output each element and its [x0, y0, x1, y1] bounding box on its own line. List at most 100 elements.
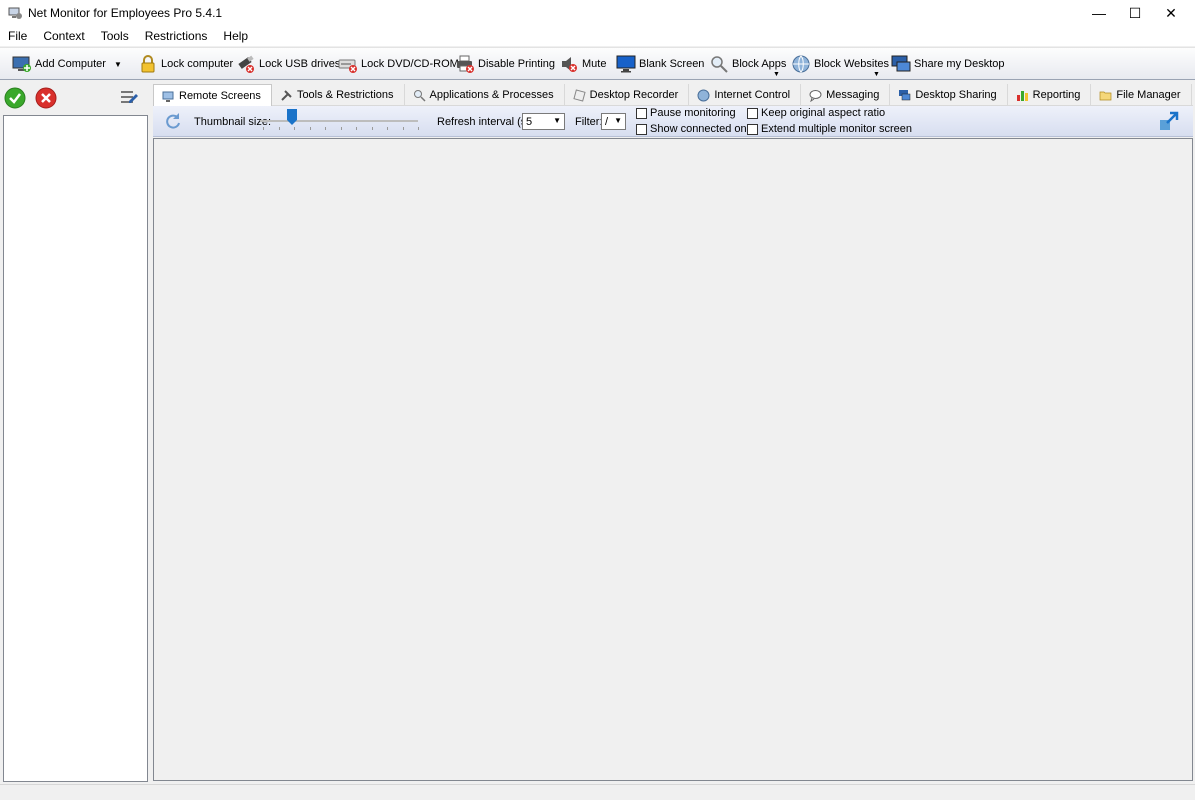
- refresh-icon[interactable]: [164, 112, 182, 130]
- block-apps-dropdown-icon[interactable]: ▼: [773, 71, 780, 78]
- main-tabs: Remote Screens Tools & Restrictions Appl…: [153, 84, 1193, 107]
- mute-label: Mute: [582, 58, 607, 70]
- tab-label: Tools & Restrictions: [296, 89, 394, 101]
- tab-label: Desktop Sharing: [915, 89, 997, 101]
- share-desktop-icon: [891, 55, 911, 72]
- lock-computer-button[interactable]: Lock computer: [138, 52, 233, 76]
- lock-computer-label: Lock computer: [161, 58, 234, 70]
- computer-list-toolbar: [2, 84, 148, 114]
- tab-messaging[interactable]: Messaging: [801, 84, 891, 106]
- show-connected-only-label: Show connected only: [650, 123, 755, 135]
- expand-arrow-icon[interactable]: [1159, 111, 1179, 131]
- bar-chart-icon: [1016, 90, 1028, 101]
- tab-desktop-sharing[interactable]: Desktop Sharing: [890, 84, 1008, 106]
- tab-reporting[interactable]: Reporting: [1008, 84, 1092, 106]
- share-desktop-icon: [899, 89, 911, 100]
- magnifier-icon: [413, 89, 426, 102]
- pause-monitoring-checkbox[interactable]: [636, 108, 647, 119]
- share-desktop-button[interactable]: Share my Desktop: [891, 52, 1004, 76]
- tab-label: Messaging: [826, 89, 880, 101]
- padlock-icon: [141, 55, 155, 73]
- refresh-interval-label: Refresh interval (s):: [437, 116, 533, 128]
- extend-multi-monitor-checkbox[interactable]: [747, 124, 758, 135]
- status-bar: [0, 784, 1195, 800]
- menu-restrictions[interactable]: Restrictions: [137, 26, 216, 46]
- check-icon[interactable]: [4, 87, 26, 109]
- lock-dvd-label: Lock DVD/CD-ROM: [361, 58, 459, 70]
- extend-multi-monitor-label: Extend multiple monitor screen: [761, 123, 913, 135]
- add-computer-button[interactable]: Add Computer ▼: [12, 52, 122, 76]
- tab-label: Reporting: [1032, 89, 1081, 101]
- keep-aspect-ratio-label: Keep original aspect ratio: [761, 107, 886, 119]
- chat-bubble-icon: [809, 89, 822, 102]
- chevron-down-icon: ▼: [553, 116, 561, 125]
- title-bar: Net Monitor for Employees Pro 5.4.1 — ☐ …: [0, 0, 1195, 26]
- tab-label: File Manager: [1116, 89, 1181, 101]
- block-apps-label: Block Apps: [732, 58, 787, 70]
- share-desktop-label: Share my Desktop: [914, 58, 1005, 70]
- blank-screen-button[interactable]: Blank Screen: [616, 52, 704, 76]
- tab-label: Internet Control: [714, 89, 791, 101]
- add-computer-label: Add Computer: [35, 58, 106, 70]
- refresh-interval-select[interactable]: 5 ▼: [522, 113, 565, 130]
- lock-usb-label: Lock USB drives: [259, 58, 341, 70]
- cancel-icon[interactable]: [35, 87, 57, 109]
- tab-internet-control[interactable]: Internet Control: [689, 84, 802, 106]
- disable-printing-label: Disable Printing: [478, 58, 556, 70]
- tab-tools-restrictions[interactable]: Tools & Restrictions: [272, 84, 405, 106]
- close-button[interactable]: ✕: [1148, 0, 1194, 26]
- menu-help[interactable]: Help: [215, 26, 256, 46]
- filter-select[interactable]: / ▼: [601, 113, 626, 130]
- thumbnail-size-label: Thumbnail size:: [194, 116, 272, 128]
- thumbnail-size-slider-track[interactable]: [260, 120, 418, 122]
- app-monitor-icon: [8, 7, 22, 19]
- printer-icon: [457, 55, 474, 73]
- disable-printing-button[interactable]: Disable Printing: [455, 52, 555, 76]
- monitor-icon: [616, 55, 636, 73]
- menu-tools[interactable]: Tools: [93, 26, 137, 46]
- lock-usb-button[interactable]: Lock USB drives: [236, 52, 340, 76]
- tools-icon: [281, 89, 292, 101]
- lock-dvd-button[interactable]: Lock DVD/CD-ROM: [338, 52, 459, 76]
- tab-file-manager[interactable]: File Manager: [1091, 84, 1192, 106]
- menu-file[interactable]: File: [0, 26, 35, 46]
- block-websites-dropdown-icon[interactable]: ▼: [873, 71, 880, 78]
- filter-label: Filter:: [575, 116, 603, 128]
- usb-drive-icon: [238, 55, 254, 73]
- globe-icon: [792, 55, 810, 73]
- pause-monitoring-label: Pause monitoring: [650, 107, 736, 119]
- computer-list-panel: [2, 84, 148, 782]
- dvd-drive-icon: [338, 59, 357, 73]
- add-computer-icon: [12, 56, 31, 72]
- window-title: Net Monitor for Employees Pro 5.4.1: [28, 6, 223, 20]
- chevron-down-icon: ▼: [614, 116, 622, 125]
- tab-remote-screens[interactable]: Remote Screens: [153, 84, 272, 107]
- globe-icon: [697, 89, 710, 101]
- menu-context[interactable]: Context: [35, 26, 92, 46]
- tab-applications-processes[interactable]: Applications & Processes: [405, 84, 565, 106]
- tab-label: Remote Screens: [179, 90, 261, 102]
- tab-label: Desktop Recorder: [589, 89, 679, 101]
- tab-desktop-recorder[interactable]: Desktop Recorder: [565, 84, 690, 106]
- main-toolbar: Add Computer ▼ Lock computer Lock USB dr…: [0, 47, 1195, 80]
- chevron-down-icon[interactable]: ▼: [114, 60, 122, 69]
- keep-aspect-ratio-checkbox[interactable]: [747, 108, 758, 119]
- remote-screens-view[interactable]: [153, 138, 1193, 781]
- block-websites-label: Block Websites: [814, 58, 889, 70]
- thumbnail-size-slider-thumb[interactable]: [287, 109, 297, 125]
- show-connected-only-checkbox[interactable]: [636, 124, 647, 135]
- recorder-icon: [573, 88, 586, 102]
- menu-bar: File Context Tools Restrictions Help: [0, 26, 1195, 46]
- speaker-mute-icon: [562, 57, 577, 72]
- tab-label: Applications & Processes: [429, 89, 554, 101]
- magnifier-icon: [711, 56, 728, 73]
- screens-icon: [162, 91, 174, 102]
- filter-value: /: [605, 115, 609, 128]
- folder-icon: [1100, 91, 1112, 100]
- edit-list-icon[interactable]: [119, 87, 139, 107]
- refresh-interval-value: 5: [526, 115, 533, 128]
- mute-button[interactable]: Mute: [559, 52, 606, 76]
- computer-list[interactable]: [3, 115, 148, 782]
- remote-screens-options: Thumbnail size: Refresh interval (s): 5 …: [153, 106, 1193, 137]
- blank-screen-label: Blank Screen: [639, 58, 705, 70]
